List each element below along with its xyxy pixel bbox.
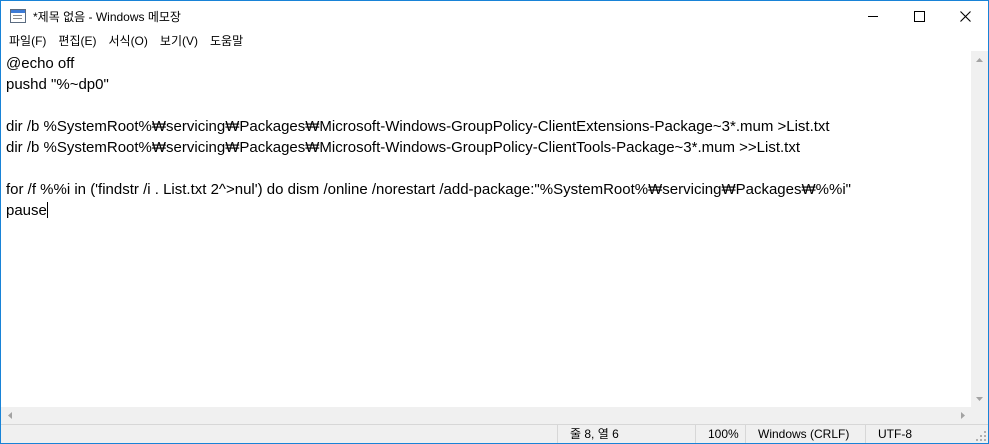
window-controls <box>850 1 988 31</box>
title-bar[interactable]: *제목 없음 - Windows 메모장 <box>1 1 988 31</box>
close-button[interactable] <box>942 1 988 31</box>
text-caret <box>46 202 48 218</box>
status-bar: 줄 8, 열 6 100% Windows (CRLF) UTF-8 <box>1 424 988 443</box>
chevron-right-icon <box>960 412 965 419</box>
minimize-button[interactable] <box>850 1 896 31</box>
editor-line-text: pause <box>6 202 47 219</box>
menu-view[interactable]: 보기(V) <box>154 31 204 51</box>
menu-edit[interactable]: 편집(E) <box>52 31 102 51</box>
status-cursor-position: 줄 8, 열 6 <box>557 425 695 443</box>
status-zoom: 100% <box>695 425 745 443</box>
vertical-scrollbar[interactable] <box>971 51 988 407</box>
scrollbar-corner <box>971 407 988 424</box>
editor-line: @echo off <box>6 55 75 72</box>
status-encoding: UTF-8 <box>865 425 988 443</box>
editor-line: for /f %%i in ('findstr /i . List.txt 2^… <box>6 181 851 198</box>
menu-bar: 파일(F) 편집(E) 서식(O) 보기(V) 도움말 <box>1 31 988 51</box>
menu-file[interactable]: 파일(F) <box>1 31 52 51</box>
window-title: *제목 없음 - Windows 메모장 <box>33 9 181 24</box>
chevron-left-icon <box>7 412 12 419</box>
maximize-button[interactable] <box>896 1 942 31</box>
scroll-left-button[interactable] <box>1 407 18 424</box>
editor-line: dir /b %SystemRoot%₩servicing₩Packages₩M… <box>6 118 830 135</box>
scroll-down-button[interactable] <box>971 390 988 407</box>
scroll-up-button[interactable] <box>971 51 988 68</box>
resize-grip-icon[interactable] <box>976 431 986 441</box>
editor-line: dir /b %SystemRoot%₩servicing₩Packages₩M… <box>6 139 801 156</box>
close-icon <box>959 10 971 22</box>
menu-format[interactable]: 서식(O) <box>102 31 153 51</box>
editor-line: pushd "%~dp0" <box>6 76 109 93</box>
text-editor[interactable]: @echo off pushd "%~dp0" dir /b %SystemRo… <box>1 51 971 407</box>
horizontal-scrollbar[interactable] <box>1 407 971 424</box>
menu-help[interactable]: 도움말 <box>204 31 249 51</box>
status-line-ending: Windows (CRLF) <box>745 425 865 443</box>
chevron-down-icon <box>976 396 983 401</box>
notepad-window: *제목 없음 - Windows 메모장 파일(F) 편집(E) 서식(O) 보… <box>0 0 989 444</box>
editor-line-last: pause <box>6 200 48 221</box>
notepad-icon <box>10 9 26 23</box>
scroll-right-button[interactable] <box>954 407 971 424</box>
chevron-up-icon <box>976 57 983 62</box>
